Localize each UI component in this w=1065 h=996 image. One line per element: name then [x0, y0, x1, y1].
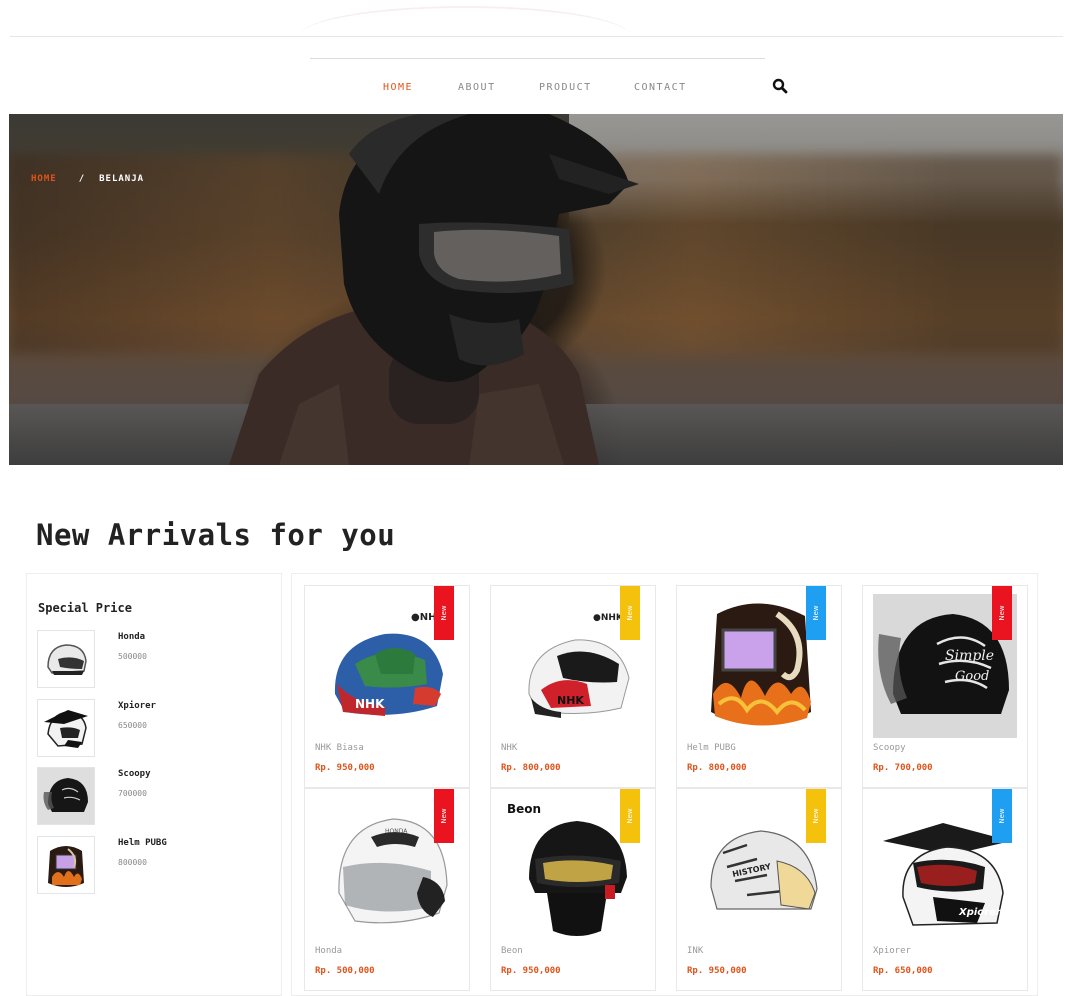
special-price-value: 800000 [118, 858, 147, 867]
new-badge: New [806, 789, 826, 843]
product-name: Helm PUBG [687, 743, 736, 753]
special-price-value: 500000 [118, 652, 147, 661]
product-card[interactable]: HONDA New Honda Rp. 500,000 [304, 788, 470, 991]
product-name: INK [687, 946, 704, 956]
product-price: Rp. 950,000 [315, 763, 375, 773]
product-thumbnail [37, 767, 95, 825]
new-badge: New [992, 789, 1012, 843]
product-thumbnail [37, 836, 95, 894]
search-icon[interactable] [772, 78, 790, 96]
special-price-value: 700000 [118, 789, 147, 798]
product-thumbnail [37, 630, 95, 688]
product-price: Rp. 800,000 [501, 763, 561, 773]
section-title: New Arrivals for you [36, 518, 396, 552]
product-card[interactable]: ●NHK NHK New NHK Rp. 800,000 [490, 585, 656, 788]
svg-text:NHK: NHK [557, 694, 584, 707]
product-price: Rp. 950,000 [501, 966, 561, 976]
special-price-name: Scoopy [118, 769, 151, 779]
product-card[interactable]: ●NHK NHK New NHK Biasa Rp. 950,000 [304, 585, 470, 788]
new-badge: New [992, 586, 1012, 640]
main-nav: HOME ABOUT PRODUCT CONTACT [300, 78, 800, 100]
svg-text:Xpiorer: Xpiorer [958, 907, 1002, 918]
hero-banner: HOME / BELANJA [9, 114, 1063, 465]
product-price: Rp. 950,000 [687, 966, 747, 976]
new-badge: New [434, 789, 454, 843]
special-price-item[interactable]: Xpiorer 650000 [37, 699, 267, 757]
product-price: Rp. 500,000 [315, 966, 375, 976]
nav-item-about[interactable]: ABOUT [458, 82, 496, 93]
special-price-name: Honda [118, 632, 146, 642]
product-price: Rp. 650,000 [873, 966, 933, 976]
product-card[interactable]: Beon New Beon Rp. 950,000 [490, 788, 656, 991]
product-price: Rp. 800,000 [687, 763, 747, 773]
breadcrumb: HOME / BELANJA [31, 174, 144, 184]
breadcrumb-current: BELANJA [99, 174, 145, 184]
special-price-panel: Special Price Honda 500000 Xpiorer 65000… [26, 573, 282, 996]
product-grid: ●NHK NHK New NHK Biasa Rp. 950,000 ●NHK … [291, 573, 1038, 996]
svg-text:Good: Good [955, 669, 989, 684]
special-price-name: Helm PUBG [118, 838, 167, 848]
product-thumbnail [37, 699, 95, 757]
breadcrumb-separator: / [78, 174, 86, 184]
nav-item-product[interactable]: PRODUCT [539, 82, 592, 93]
header-divider [10, 36, 1063, 37]
svg-text:Beon: Beon [507, 802, 541, 816]
new-badge: New [434, 586, 454, 640]
new-badge: New [620, 586, 640, 640]
product-card[interactable]: New Helm PUBG Rp. 800,000 [676, 585, 842, 788]
product-name: Scoopy [873, 743, 906, 753]
breadcrumb-home[interactable]: HOME [31, 174, 57, 184]
special-price-name: Xpiorer [118, 701, 156, 711]
nav-divider [310, 58, 765, 59]
hero-rider-image [229, 114, 639, 465]
product-name: Xpiorer [873, 946, 911, 956]
special-price-item[interactable]: Scoopy 700000 [37, 767, 267, 825]
product-name: NHK [501, 743, 518, 753]
product-card[interactable]: HISTORY New INK Rp. 950,000 [676, 788, 842, 991]
svg-text:Simple: Simple [945, 648, 994, 664]
product-card[interactable]: Xpiorer New Xpiorer Rp. 650,000 [862, 788, 1028, 991]
product-name: Beon [501, 946, 523, 956]
special-price-value: 650000 [118, 721, 147, 730]
new-badge: New [806, 586, 826, 640]
svg-text:NHK: NHK [355, 697, 385, 711]
header-decoration [300, 6, 630, 36]
special-price-title: Special Price [38, 601, 132, 615]
product-price: Rp. 700,000 [873, 763, 933, 773]
nav-item-home[interactable]: HOME [383, 82, 413, 93]
product-name: Honda [315, 946, 343, 956]
new-badge: New [620, 789, 640, 843]
special-price-item[interactable]: Helm PUBG 800000 [37, 836, 267, 894]
nav-item-contact[interactable]: CONTACT [634, 82, 687, 93]
product-name: NHK Biasa [315, 743, 364, 753]
product-card[interactable]: Simple Good New Scoopy Rp. 700,000 [862, 585, 1028, 788]
special-price-item[interactable]: Honda 500000 [37, 630, 267, 688]
svg-text:HONDA: HONDA [385, 828, 408, 835]
